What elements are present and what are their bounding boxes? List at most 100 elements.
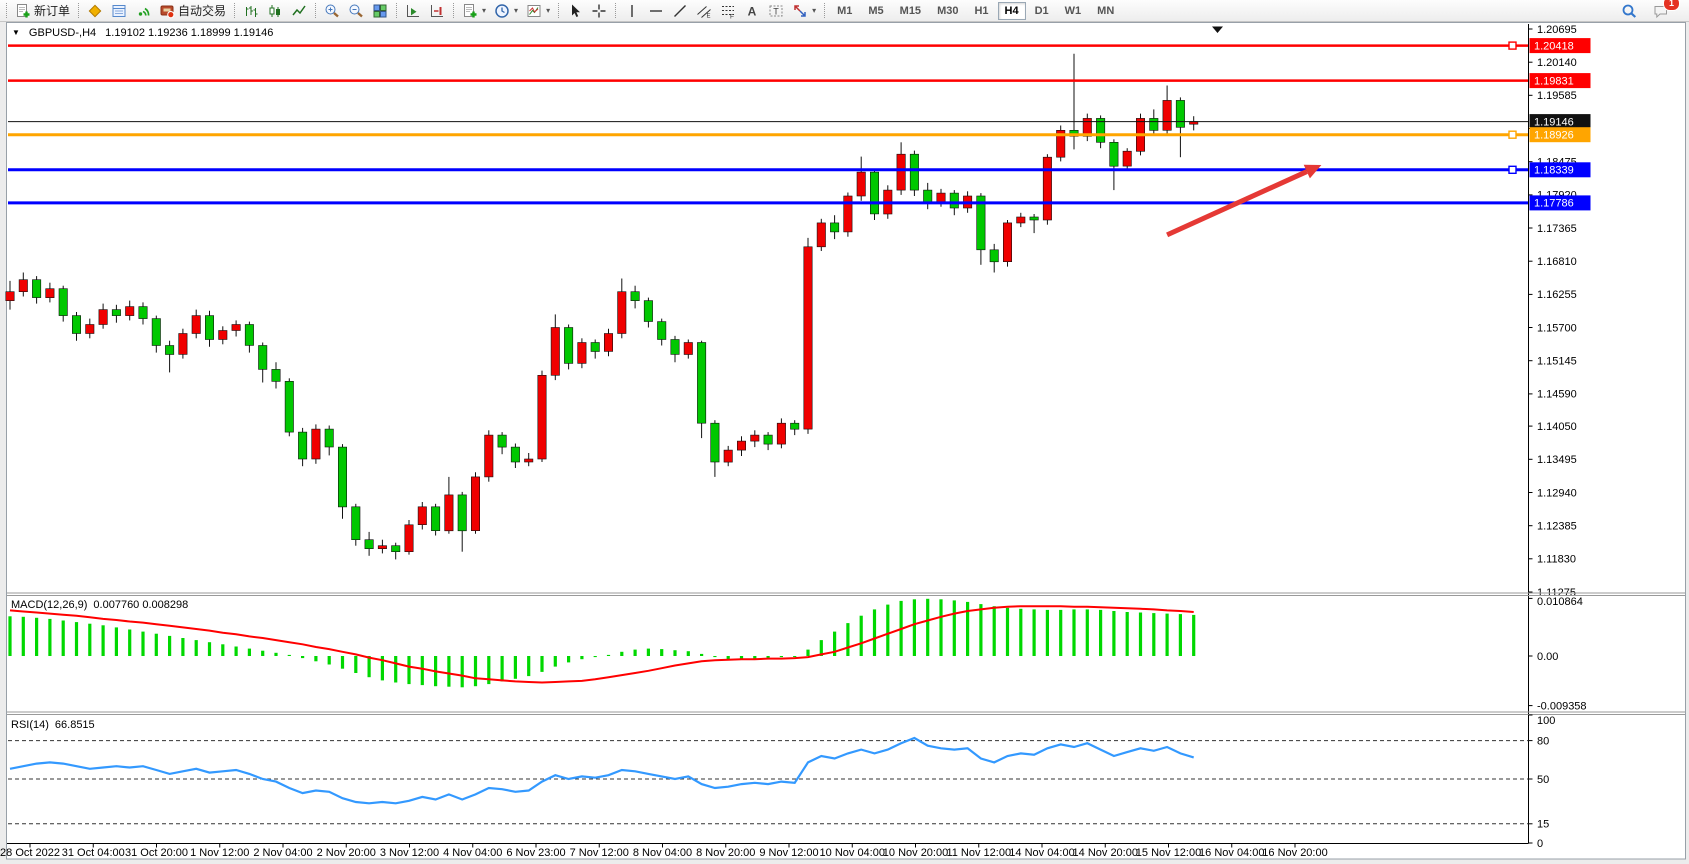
- text-icon: A: [744, 3, 760, 19]
- svg-text:14 Nov 20:00: 14 Nov 20:00: [1073, 847, 1138, 859]
- tile-windows-button[interactable]: [368, 1, 392, 21]
- macd-indicator-label: MACD(12,26,9) 0.007760 0.008298: [11, 599, 188, 611]
- crosshair-button[interactable]: [587, 1, 611, 21]
- timeframe-d1-button[interactable]: D1: [1028, 2, 1056, 20]
- data-window-icon: [111, 3, 127, 19]
- toolbar-separator: [6, 3, 7, 18]
- chevron-down-icon: ▾: [482, 6, 486, 15]
- cursor-icon: [567, 3, 583, 19]
- svg-text:1.16255: 1.16255: [1537, 289, 1577, 301]
- notification-badge: 1: [1663, 0, 1680, 11]
- svg-text:3 Nov 12:00: 3 Nov 12:00: [380, 847, 439, 859]
- text-button[interactable]: A: [740, 1, 764, 21]
- bar-chart-icon: [243, 3, 259, 19]
- svg-text:1.20695: 1.20695: [1537, 24, 1577, 36]
- periodicity-button[interactable]: ▾: [490, 1, 522, 21]
- data-window-button[interactable]: [107, 1, 131, 21]
- chevron-down-icon: ▾: [514, 6, 518, 15]
- svg-text:1.18339: 1.18339: [1534, 165, 1574, 177]
- svg-text:1.20140: 1.20140: [1537, 57, 1577, 69]
- svg-text:10 Nov 20:00: 10 Nov 20:00: [883, 847, 948, 859]
- timeframe-h4-button[interactable]: H4: [998, 2, 1026, 20]
- svg-text:1.20418: 1.20418: [1534, 40, 1574, 52]
- svg-text:E: E: [707, 13, 711, 19]
- toolbar: 新订单 自动交易 ▾ ▾ ▾ EFA T ▾ M1M5M15M30H1H4D1W1MN 1: [0, 0, 1689, 22]
- new-chart-icon: [462, 3, 478, 19]
- text-label-button[interactable]: T: [764, 1, 788, 21]
- zoom-out-icon: [348, 3, 364, 19]
- symbol-dropdown-icon[interactable]: ▼: [12, 29, 20, 37]
- toolbar-separator: [615, 3, 616, 18]
- tile-windows-icon: [372, 3, 388, 19]
- macd-values: 0.007760 0.008298: [93, 599, 188, 611]
- svg-text:4 Nov 04:00: 4 Nov 04:00: [443, 847, 502, 859]
- svg-text:1.14590: 1.14590: [1537, 389, 1577, 401]
- zoom-in-button[interactable]: [320, 1, 344, 21]
- svg-text:A: A: [748, 4, 757, 18]
- arrows-button[interactable]: ▾: [788, 1, 820, 21]
- rsi-name: RSI(14): [11, 719, 49, 731]
- svg-text:1.19146: 1.19146: [1534, 116, 1574, 128]
- horizontal-line-button[interactable]: [644, 1, 668, 21]
- equidistant-channel-button[interactable]: E: [692, 1, 716, 21]
- svg-text:1.12940: 1.12940: [1537, 487, 1577, 499]
- trendline-icon: [672, 3, 688, 19]
- svg-text:9 Nov 12:00: 9 Nov 12:00: [759, 847, 818, 859]
- toolbar-separator: [315, 3, 316, 18]
- zoom-out-button[interactable]: [344, 1, 368, 21]
- signals-button[interactable]: [131, 1, 155, 21]
- arrows-icon: [792, 3, 808, 19]
- toolbar-separator: [824, 3, 825, 18]
- timeframe-w1-button[interactable]: W1: [1058, 2, 1089, 20]
- rsi-indicator-label: RSI(14) 66.8515: [11, 719, 95, 731]
- timeframe-h1-button[interactable]: H1: [967, 2, 995, 20]
- svg-text:8 Nov 20:00: 8 Nov 20:00: [696, 847, 755, 859]
- svg-text:16 Nov 20:00: 16 Nov 20:00: [1262, 847, 1327, 859]
- svg-text:1.19831: 1.19831: [1534, 75, 1574, 87]
- search-button[interactable]: [1617, 1, 1641, 21]
- fibonacci-button[interactable]: F: [716, 1, 740, 21]
- svg-text:8 Nov 04:00: 8 Nov 04:00: [633, 847, 692, 859]
- chart-shift-button[interactable]: [425, 1, 449, 21]
- svg-text:1.16810: 1.16810: [1537, 256, 1577, 268]
- svg-text:1.19585: 1.19585: [1537, 90, 1577, 102]
- templates-button[interactable]: ▾: [522, 1, 554, 21]
- timeframe-m5-button[interactable]: M5: [861, 2, 890, 20]
- gold-cube-icon: [87, 3, 103, 19]
- chart-window: 1.206951.201401.195851.190301.184751.179…: [0, 22, 1689, 864]
- svg-text:50: 50: [1537, 774, 1549, 786]
- svg-text:6 Nov 23:00: 6 Nov 23:00: [506, 847, 565, 859]
- svg-text:1.11830: 1.11830: [1537, 554, 1576, 566]
- trendline-button[interactable]: [668, 1, 692, 21]
- chart-canvas[interactable]: 1.206951.201401.195851.190301.184751.179…: [0, 22, 1689, 864]
- svg-text:15: 15: [1537, 819, 1549, 831]
- crosshair-icon: [591, 3, 607, 19]
- auto-trading-button[interactable]: 自动交易: [155, 1, 230, 21]
- market-watch-button[interactable]: [83, 1, 107, 21]
- bar-chart-button[interactable]: [239, 1, 263, 21]
- svg-text:7 Nov 12:00: 7 Nov 12:00: [570, 847, 629, 859]
- timeframe-mn-button[interactable]: MN: [1090, 2, 1121, 20]
- candlestick-chart-button[interactable]: [263, 1, 287, 21]
- auto-trading-icon: [159, 3, 175, 19]
- timeframe-m30-button[interactable]: M30: [930, 2, 965, 20]
- auto-scroll-button[interactable]: [401, 1, 425, 21]
- new-order-button[interactable]: 新订单: [11, 1, 74, 21]
- new-order-button-label: 新订单: [34, 2, 70, 19]
- vertical-line-button[interactable]: [620, 1, 644, 21]
- rsi-value: 66.8515: [55, 719, 95, 731]
- svg-text:T: T: [773, 6, 779, 16]
- svg-text:2 Nov 20:00: 2 Nov 20:00: [317, 847, 376, 859]
- vertical-line-icon: [624, 3, 640, 19]
- toolbar-separator: [78, 3, 79, 18]
- chevron-down-icon: ▾: [546, 6, 550, 15]
- new-chart-button[interactable]: ▾: [458, 1, 490, 21]
- timeframe-m15-button[interactable]: M15: [893, 2, 928, 20]
- timeframe-m1-button[interactable]: M1: [830, 2, 859, 20]
- svg-text:10 Nov 04:00: 10 Nov 04:00: [820, 847, 885, 859]
- line-chart-button[interactable]: [287, 1, 311, 21]
- svg-text:0.010864: 0.010864: [1537, 596, 1583, 608]
- cursor-button[interactable]: [563, 1, 587, 21]
- macd-name: MACD(12,26,9): [11, 599, 87, 611]
- symbol-period-label: GBPUSD-,H4: [29, 27, 96, 39]
